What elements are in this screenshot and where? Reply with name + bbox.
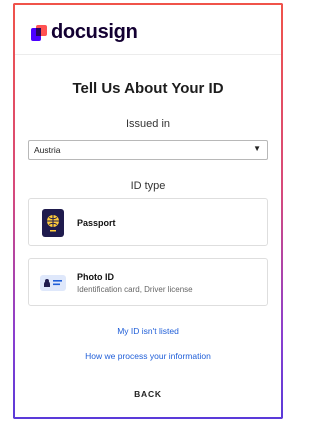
logo-wordmark: docusign — [51, 21, 138, 43]
id-not-listed-link[interactable]: My ID isn't listed — [15, 326, 281, 336]
passport-label: Passport — [77, 218, 116, 228]
country-select[interactable]: Austria ▼ — [28, 140, 268, 160]
header: docusign — [15, 5, 281, 55]
docusign-logo: docusign — [31, 21, 138, 44]
id-type-label: ID type — [130, 180, 166, 192]
photo-id-label: Photo ID — [77, 272, 114, 282]
app-frame: docusign Tell Us About Your ID Issued in… — [13, 3, 283, 419]
docusign-logo-icon — [31, 24, 47, 41]
country-select-value: Austria — [34, 145, 61, 155]
back-button[interactable]: BACK — [15, 389, 281, 399]
page-title: Tell Us About Your ID — [72, 80, 224, 97]
id-option-passport[interactable]: Passport — [28, 198, 268, 246]
id-card-icon — [40, 275, 66, 291]
privacy-process-link[interactable]: How we process your information — [15, 351, 281, 361]
photo-id-description: Identification card, Driver license — [77, 285, 193, 294]
chevron-down-icon: ▼ — [253, 144, 261, 153]
issued-in-label: Issued in — [125, 118, 171, 130]
id-option-photo-id[interactable]: Photo ID Identification card, Driver lic… — [28, 258, 268, 306]
passport-icon — [42, 209, 64, 237]
